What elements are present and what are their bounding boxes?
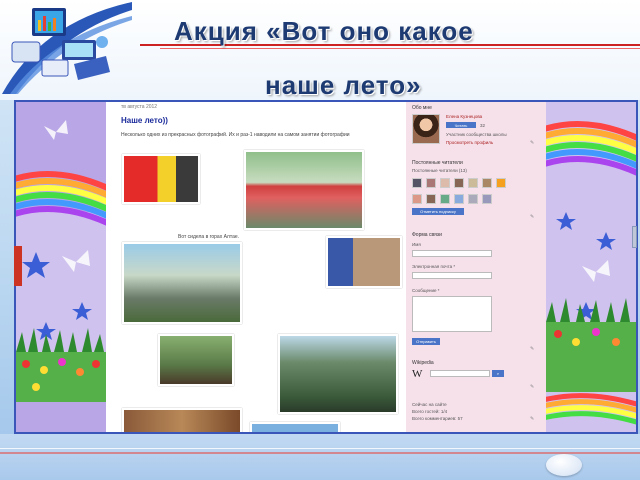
followers-header: Постоянные читатели [412,160,463,166]
left-side-tab[interactable] [14,246,22,286]
stats-guests: Всего гостей: 1/4 [412,409,448,414]
about-header: Обо мне [412,105,432,111]
edit-pencil-icon[interactable]: ✎ [530,140,534,146]
photo-boy-wood[interactable] [326,236,402,288]
followers-subheader: Постоянные читатели (13) [412,168,467,173]
follower-thumb[interactable] [454,194,464,204]
blog-page: тв августа 2012 Наше лето)) Несколько од… [106,102,546,432]
follower-thumb[interactable] [426,194,436,204]
follower-thumb[interactable] [468,194,478,204]
follower-thumb[interactable] [468,178,478,188]
email-field[interactable] [412,272,492,279]
wikipedia-search-button[interactable]: ⌕ [492,370,504,377]
footer-line-accent [0,452,640,454]
search-icon: ⌕ [496,371,500,376]
slide-title-line2: наше лето» [265,70,422,100]
photo-bridge[interactable] [244,150,364,230]
photo-caption: Вот сидела в горах Алтае. [178,234,240,240]
post-text: Несколько одних из прекрасных фотографий… [121,132,350,138]
follower-thumb-ac[interactable] [496,178,506,188]
photo-mountain-climber[interactable] [278,334,398,414]
wikipedia-search-input[interactable] [430,370,490,377]
profile-link-view[interactable]: Просмотреть профиль [446,140,493,145]
slide-title-line1: Акция «Вот оно какое [174,16,474,46]
photo-wooden-carving[interactable] [122,408,242,432]
edit-pencil-icon[interactable]: ✎ [530,346,534,352]
left-decoration [16,102,106,432]
subscribe-label: Отметить подписку [420,209,456,214]
follower-thumb[interactable] [412,178,422,188]
send-button[interactable]: Отправить [412,338,440,345]
profile-link[interactable]: Участник сообщества школы [446,132,507,137]
wikipedia-header: Wikipedia [412,360,434,366]
post-title[interactable]: Наше лето)) [121,116,168,125]
follower-thumb[interactable] [482,194,492,204]
follow-label: Читать [454,122,468,128]
follower-thumb[interactable] [440,194,450,204]
name-label: Имя [412,242,421,247]
stats-online: Сейчас на сайте [412,402,447,407]
email-label: Электронная почта * [412,264,456,269]
follower-thumb[interactable] [412,194,422,204]
photo-sky[interactable] [250,422,340,432]
blog-screenshot-frame: тв августа 2012 Наше лето)) Несколько од… [14,100,638,434]
contact-form-header: Форма связи [412,232,442,238]
wikipedia-logo-icon: W [412,368,423,380]
stats-comments: Всего комментариев: 57 [412,416,463,421]
edit-pencil-icon[interactable]: ✎ [530,416,534,422]
follower-thumb[interactable] [454,178,464,188]
subscribe-button[interactable]: Отметить подписку [412,208,464,215]
profile-name[interactable]: Елена Кузнецова [446,114,482,119]
slide-footer [0,434,640,480]
name-field[interactable] [412,250,492,257]
edit-pencil-icon[interactable]: ✎ [530,384,534,390]
post-date: тв августа 2012 [121,104,158,110]
follower-thumb[interactable] [426,178,436,188]
follower-thumb[interactable] [440,178,450,188]
message-field[interactable] [412,296,492,332]
footer-line [0,448,640,449]
scrollbar-handle[interactable] [632,226,637,248]
computer-logo-icon [2,2,132,94]
nav-oval-button[interactable] [546,454,582,476]
edit-pencil-icon[interactable]: ✎ [530,214,534,220]
send-label: Отправить [416,339,436,344]
blog-post: тв августа 2012 Наше лето)) Несколько од… [116,102,406,432]
photo-rocks[interactable] [122,242,242,324]
follow-count: 32 [480,123,486,128]
right-decoration [546,102,636,432]
header-divider-thin [160,48,640,49]
photo-boy-flag[interactable] [122,154,200,204]
follow-button[interactable]: Читать [446,122,476,128]
follower-thumb[interactable] [482,178,492,188]
message-label: Сообщение * [412,288,440,293]
profile-avatar[interactable] [412,114,440,144]
blog-sidebar: Обо мне Елена Кузнецова Читать 32 Участн… [406,102,546,432]
photo-forest-trail[interactable] [158,334,234,386]
